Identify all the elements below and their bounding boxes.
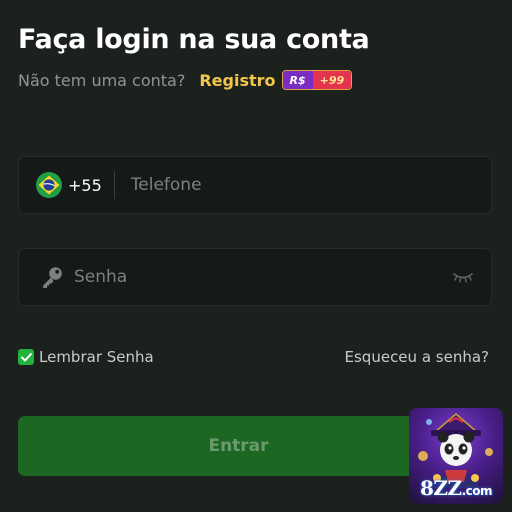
promo-brand: 8ZZ.com (409, 476, 503, 500)
phone-field[interactable]: +55 (18, 156, 492, 214)
bonus-amount: +99 (312, 71, 352, 89)
register-prompt: Não tem uma conta? Registro R$ +99 (18, 69, 353, 91)
eye-closed-icon[interactable] (452, 270, 474, 284)
promo-brand-main: 8ZZ (419, 476, 462, 500)
field-divider (113, 171, 115, 199)
country-code[interactable]: +55 (68, 176, 102, 195)
phone-input[interactable] (128, 174, 491, 196)
remember-password[interactable]: Lembrar Senha (18, 348, 154, 366)
remember-label[interactable]: Lembrar Senha (39, 348, 154, 366)
bonus-badge[interactable]: R$ +99 (281, 70, 353, 90)
brazil-flag-icon[interactable] (36, 172, 62, 198)
login-page: Faça login na sua conta Não tem uma cont… (0, 0, 512, 512)
bonus-currency: R$ (282, 71, 313, 89)
key-icon (43, 267, 62, 288)
promo-banner[interactable]: 8ZZ.com (409, 408, 503, 504)
page-title: Faça login na sua conta (18, 24, 370, 55)
forgot-password-link[interactable]: Esqueceu a senha? (345, 348, 489, 366)
password-field[interactable] (18, 248, 492, 306)
register-link[interactable]: Registro (199, 71, 275, 90)
no-account-text: Não tem uma conta? (18, 70, 186, 90)
password-input[interactable] (72, 266, 452, 288)
remember-checkbox[interactable] (18, 349, 34, 365)
checkmark-icon (20, 352, 32, 361)
promo-brand-suffix: .com (461, 484, 493, 498)
